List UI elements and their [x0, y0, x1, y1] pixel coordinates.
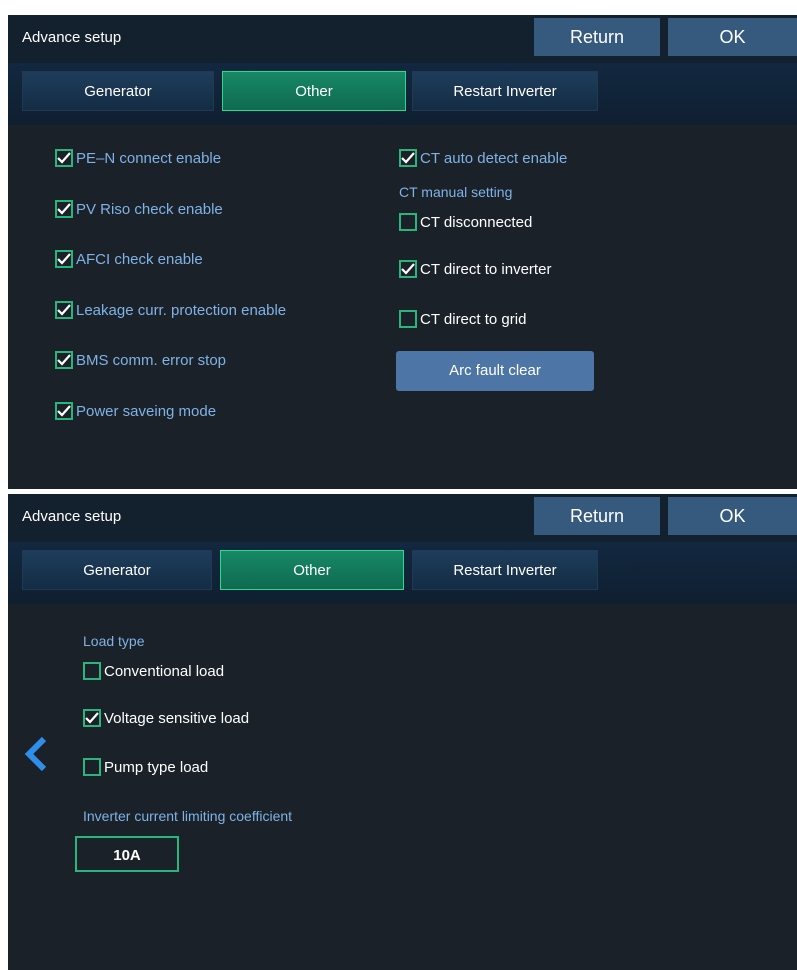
option-label: Power saveing mode: [76, 402, 217, 420]
tab-generator[interactable]: Generator: [22, 550, 212, 590]
tab-bar: Generator Other Restart Inverter: [8, 63, 797, 125]
option-label: PV Riso check enable: [76, 200, 223, 218]
coefficient-label: Inverter current limiting coefficient: [83, 808, 293, 824]
option-label: CT direct to inverter: [420, 260, 552, 278]
tab-restart-inverter[interactable]: Restart Inverter: [412, 550, 598, 590]
option-ct-disconnected[interactable]: CT disconnected: [399, 211, 532, 233]
option-label: Pump type load: [104, 758, 209, 776]
tab-other[interactable]: Other: [220, 550, 404, 590]
option-label: PE–N connect enable: [76, 149, 222, 167]
coefficient-value-field[interactable]: 10A: [75, 836, 179, 872]
option-label: Leakage curr. protection enable: [76, 301, 287, 319]
option-bms-comm-error-stop[interactable]: BMS comm. error stop: [55, 349, 226, 371]
window-title: Advance setup: [22, 29, 122, 46]
option-label: CT auto detect enable: [420, 149, 568, 167]
checkbox-unchecked[interactable]: [83, 758, 101, 776]
option-label: CT disconnected: [420, 213, 533, 231]
return-button[interactable]: Return: [534, 18, 660, 56]
checkbox-checked[interactable]: [55, 149, 73, 167]
arc-fault-clear-button[interactable]: Arc fault clear: [396, 351, 594, 391]
checkbox-checked[interactable]: [83, 709, 101, 727]
option-label: Voltage sensitive load: [104, 709, 250, 727]
option-label: AFCI check enable: [76, 250, 203, 268]
option-power-saving-mode[interactable]: Power saveing mode: [55, 400, 216, 422]
option-ct-auto-detect[interactable]: CT auto detect enable: [399, 147, 567, 169]
option-label: Conventional load: [104, 662, 225, 680]
title-bar: Advance setup Return OK: [8, 15, 797, 63]
option-conventional-load[interactable]: Conventional load: [83, 660, 224, 682]
other-settings-panel: Advance setup Return OK Generator Other …: [8, 15, 797, 489]
tab-other[interactable]: Other: [222, 71, 406, 111]
title-bar: Advance setup Return OK: [8, 494, 797, 542]
option-label: BMS comm. error stop: [76, 351, 227, 369]
checkbox-checked[interactable]: [399, 260, 417, 278]
tab-generator[interactable]: Generator: [22, 71, 214, 111]
checkbox-checked[interactable]: [399, 149, 417, 167]
checkbox-checked[interactable]: [55, 351, 73, 369]
option-pv-riso-check[interactable]: PV Riso check enable: [55, 198, 223, 220]
option-ct-direct-to-inverter[interactable]: CT direct to inverter: [399, 258, 551, 280]
option-pump-type-load[interactable]: Pump type load: [83, 756, 208, 778]
option-ct-direct-to-grid[interactable]: CT direct to grid: [399, 308, 526, 330]
chevron-left-icon[interactable]: [24, 736, 48, 777]
checkbox-checked[interactable]: [55, 301, 73, 319]
load-settings-panel: Advance setup Return OK Generator Other …: [8, 494, 797, 970]
ok-button[interactable]: OK: [668, 18, 797, 56]
option-afci-check[interactable]: AFCI check enable: [55, 248, 203, 270]
option-label: CT direct to grid: [420, 310, 527, 328]
option-leakage-protection[interactable]: Leakage curr. protection enable: [55, 299, 286, 321]
window-title: Advance setup: [22, 508, 122, 525]
checkbox-checked[interactable]: [55, 200, 73, 218]
checkbox-checked[interactable]: [55, 402, 73, 420]
tab-bar: Generator Other Restart Inverter: [8, 542, 797, 604]
ct-manual-setting-label: CT manual setting: [399, 184, 513, 200]
option-pe-n-connect[interactable]: PE–N connect enable: [55, 147, 221, 169]
load-type-label: Load type: [83, 633, 145, 649]
ok-button[interactable]: OK: [668, 497, 797, 535]
checkbox-checked[interactable]: [55, 250, 73, 268]
checkbox-unchecked[interactable]: [83, 662, 101, 680]
option-voltage-sensitive-load[interactable]: Voltage sensitive load: [83, 707, 249, 729]
return-button[interactable]: Return: [534, 497, 660, 535]
tab-restart-inverter[interactable]: Restart Inverter: [412, 71, 598, 111]
checkbox-unchecked[interactable]: [399, 213, 417, 231]
checkbox-unchecked[interactable]: [399, 310, 417, 328]
